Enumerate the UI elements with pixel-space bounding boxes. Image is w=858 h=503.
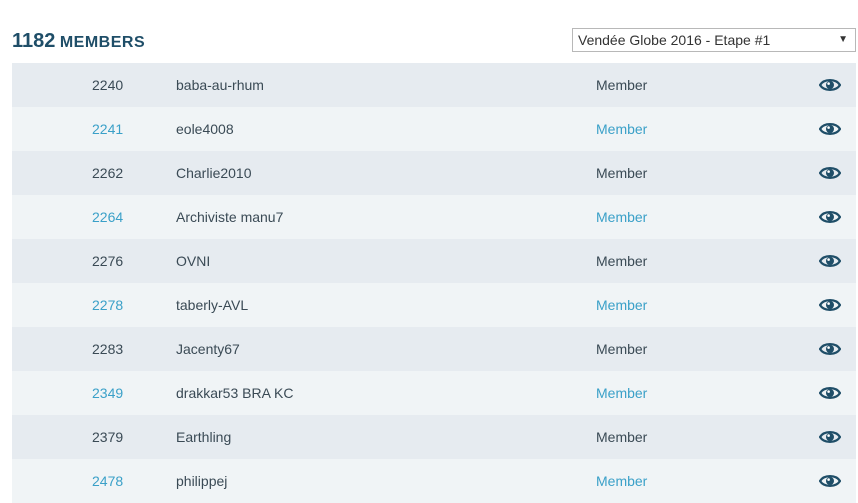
member-status: Member bbox=[596, 77, 648, 93]
member-status: Member bbox=[596, 121, 648, 137]
table-row[interactable]: 2240 baba-au-rhum Member bbox=[12, 63, 856, 107]
eye-icon[interactable] bbox=[818, 429, 842, 445]
member-number: 2240 bbox=[92, 77, 124, 93]
member-name: drakkar53 BRA KC bbox=[176, 385, 294, 401]
member-number: 2379 bbox=[92, 429, 124, 445]
eye-icon[interactable] bbox=[818, 473, 842, 489]
eye-icon[interactable] bbox=[818, 297, 842, 313]
eye-icon[interactable] bbox=[818, 385, 842, 401]
table-row[interactable]: 2264 Archiviste manu7 Member bbox=[12, 195, 856, 239]
member-status: Member bbox=[596, 473, 648, 489]
eye-icon[interactable] bbox=[818, 253, 842, 269]
member-number: 2349 bbox=[92, 385, 124, 401]
members-table: 2240 baba-au-rhum Member 2241 eole4008 Member… bbox=[12, 63, 856, 503]
member-name: taberly-AVL bbox=[176, 297, 249, 313]
member-number: 2283 bbox=[92, 341, 124, 357]
members-header: 1182 MEMBERS Vendée Globe 2016 - Etape #… bbox=[12, 28, 856, 54]
member-number: 2262 bbox=[92, 165, 124, 181]
member-name: Charlie2010 bbox=[176, 165, 252, 181]
member-name: Earthling bbox=[176, 429, 232, 445]
member-status: Member bbox=[596, 429, 648, 445]
members-label: MEMBERS bbox=[59, 34, 146, 51]
member-status: Member bbox=[596, 385, 648, 401]
member-status: Member bbox=[596, 209, 648, 225]
race-select-value: Vendée Globe 2016 - Etape #1 bbox=[578, 32, 771, 48]
table-row[interactable]: 2283 Jacenty67 Member bbox=[12, 327, 856, 371]
member-status: Member bbox=[596, 341, 648, 357]
member-name: Jacenty67 bbox=[176, 341, 240, 357]
table-row[interactable]: 2241 eole4008 Member bbox=[12, 107, 856, 151]
race-select[interactable]: Vendée Globe 2016 - Etape #1 ▼ bbox=[572, 28, 856, 52]
member-number: 2264 bbox=[92, 209, 124, 225]
eye-icon[interactable] bbox=[818, 165, 842, 181]
member-name: OVNI bbox=[176, 253, 211, 269]
table-row[interactable]: 2379 Earthling Member bbox=[12, 415, 856, 459]
table-row[interactable]: 2349 drakkar53 BRA KC Member bbox=[12, 371, 856, 415]
member-status: Member bbox=[596, 253, 648, 269]
member-name: baba-au-rhum bbox=[176, 77, 264, 93]
eye-icon[interactable] bbox=[818, 121, 842, 137]
eye-icon[interactable] bbox=[818, 341, 842, 357]
page-title: 1182 MEMBERS bbox=[12, 28, 145, 56]
member-number: 2276 bbox=[92, 253, 124, 269]
table-row[interactable]: 2262 Charlie2010 Member bbox=[12, 151, 856, 195]
table-row[interactable]: 2478 philippej Member bbox=[12, 459, 856, 503]
table-row[interactable]: 2278 taberly-AVL Member bbox=[12, 283, 856, 327]
eye-icon[interactable] bbox=[818, 77, 842, 93]
member-name: philippej bbox=[176, 473, 228, 489]
table-row[interactable]: 2276 OVNI Member bbox=[12, 239, 856, 283]
member-name: eole4008 bbox=[176, 121, 234, 137]
member-status: Member bbox=[596, 297, 648, 313]
member-count: 1182 bbox=[12, 30, 56, 52]
member-number: 2278 bbox=[92, 297, 124, 313]
member-name: Archiviste manu7 bbox=[176, 209, 284, 225]
member-number: 2241 bbox=[92, 121, 124, 137]
chevron-down-icon: ▼ bbox=[838, 34, 848, 45]
member-status: Member bbox=[596, 165, 648, 181]
member-number: 2478 bbox=[92, 473, 124, 489]
eye-icon[interactable] bbox=[818, 209, 842, 225]
